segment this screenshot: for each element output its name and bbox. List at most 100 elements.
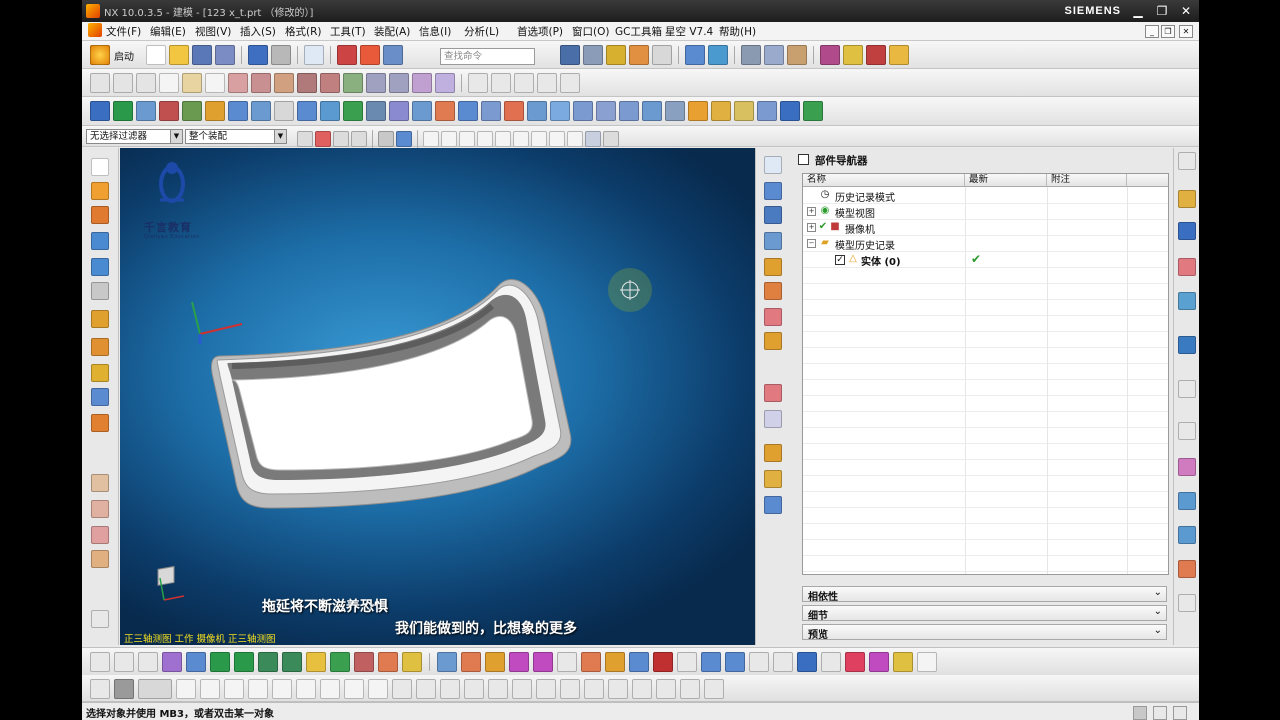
project-curve-icon[interactable] [320, 73, 340, 93]
layer-icon[interactable] [741, 45, 761, 65]
palette-icon[interactable] [1178, 594, 1196, 612]
column-name[interactable]: 名称 [803, 174, 965, 186]
view-right-icon[interactable] [764, 282, 782, 300]
u-shape-icon[interactable] [797, 652, 817, 672]
delete-face-icon[interactable] [550, 101, 570, 121]
maximize-icon[interactable]: ❐ [1153, 3, 1171, 19]
sketch-circle-icon[interactable] [248, 679, 268, 699]
sketch-mirror-icon[interactable] [488, 679, 508, 699]
redo-icon[interactable] [271, 45, 291, 65]
selection-filter-dropdown[interactable]: 无选择过滤器 ▼ [86, 129, 183, 144]
pattern-face-icon[interactable] [581, 652, 601, 672]
light-icon[interactable] [606, 45, 626, 65]
sketch-animate-icon[interactable] [680, 679, 700, 699]
menu-gc-toolbox[interactable]: GC工具箱 [615, 24, 662, 39]
sketch-corner-icon[interactable] [464, 679, 484, 699]
close-icon[interactable]: ✕ [1177, 3, 1195, 19]
finish-sketch-icon[interactable] [114, 679, 134, 699]
studio-surface-icon[interactable] [642, 101, 662, 121]
text-icon[interactable] [205, 73, 225, 93]
move-component-icon[interactable] [91, 550, 109, 568]
plane-icon[interactable] [91, 388, 109, 406]
start-label[interactable]: 启动 [114, 48, 134, 63]
sketch-convert-icon[interactable] [608, 679, 628, 699]
tube-icon[interactable] [91, 310, 109, 328]
arrow-left-icon[interactable] [162, 652, 182, 672]
snap-pole-icon[interactable] [603, 131, 619, 147]
cam-icon[interactable] [688, 101, 708, 121]
reuse-library-icon[interactable] [1178, 292, 1196, 310]
menu-file[interactable]: 文件(F) [106, 24, 141, 39]
navigator-pin-checkbox[interactable] [798, 154, 809, 165]
menu-format[interactable]: 格式(R) [285, 24, 322, 39]
mesh-surface-icon[interactable] [619, 101, 639, 121]
wcs-icon[interactable] [787, 45, 807, 65]
sphere-icon[interactable] [91, 258, 109, 276]
group-icon[interactable] [330, 652, 350, 672]
menu-preferences[interactable]: 首选项(P) [517, 24, 563, 39]
studio-icon[interactable] [764, 470, 782, 488]
roles-icon[interactable] [1178, 560, 1196, 578]
constraint-navigator-icon[interactable] [1178, 222, 1196, 240]
sketch-trim-icon[interactable] [416, 679, 436, 699]
face-analysis-icon[interactable] [764, 444, 782, 462]
menu-insert[interactable]: 插入(S) [240, 24, 276, 39]
replace-face-icon[interactable] [504, 101, 524, 121]
snap-surface-icon[interactable] [585, 131, 601, 147]
column-latest[interactable]: 最新 [965, 174, 1047, 186]
expand-icon[interactable]: + [807, 223, 816, 232]
split-face-icon[interactable] [725, 652, 745, 672]
play-forward-icon[interactable] [234, 652, 254, 672]
highlight-icon[interactable] [306, 652, 326, 672]
snap-midpoint-icon[interactable] [441, 131, 457, 147]
sketch-chamfer-icon[interactable] [296, 679, 316, 699]
snap-control-icon[interactable] [459, 131, 475, 147]
view-front-icon[interactable] [764, 182, 782, 200]
snap-existing-point-icon[interactable] [549, 131, 565, 147]
sketch-fix-icon[interactable] [584, 679, 604, 699]
dependencies-panel[interactable]: 相依性 ⌄ [802, 586, 1167, 603]
fillet-curve-icon[interactable] [251, 73, 271, 93]
sketch-rectangle-icon[interactable] [320, 679, 340, 699]
graphics-viewport[interactable]: 千言教育 Qianyan Education 拖延将不断滋养恐惧 我们能做到的，… [120, 148, 755, 645]
helix-icon[interactable] [560, 73, 580, 93]
arrow-right-icon[interactable] [186, 652, 206, 672]
bounded-plane-icon[interactable] [665, 101, 685, 121]
menu-view[interactable]: 视图(V) [195, 24, 231, 39]
point-icon[interactable] [182, 73, 202, 93]
menu-edit[interactable]: 编辑(E) [150, 24, 186, 39]
play-back-icon[interactable] [210, 652, 230, 672]
nc-assistant-icon[interactable] [711, 101, 731, 121]
doc-close-icon[interactable]: ✕ [1179, 25, 1193, 38]
rectangle-tool-icon[interactable] [749, 652, 769, 672]
assembly-navigator-icon[interactable] [1178, 190, 1196, 208]
select-face-icon[interactable] [333, 131, 349, 147]
move-object-icon[interactable] [366, 73, 386, 93]
copy-icon[interactable] [360, 45, 380, 65]
thicken-icon[interactable] [458, 101, 478, 121]
save-icon[interactable] [192, 45, 212, 65]
mirror-body-icon[interactable] [701, 652, 721, 672]
expand-icon[interactable]: + [807, 207, 816, 216]
view-orient-icon[interactable] [685, 45, 705, 65]
sketch-task-icon[interactable] [90, 679, 110, 699]
draft-body-icon[interactable] [533, 652, 553, 672]
box-outline-icon[interactable] [509, 652, 529, 672]
sweep-icon[interactable] [573, 101, 593, 121]
shaded-icon[interactable] [764, 384, 782, 402]
constraint-tool-icon[interactable] [821, 652, 841, 672]
through-curves-icon[interactable] [596, 101, 616, 121]
last-feature-icon[interactable] [282, 652, 302, 672]
cylinder-icon[interactable] [91, 206, 109, 224]
constraint-icon[interactable] [91, 526, 109, 544]
section-view-icon[interactable] [764, 496, 782, 514]
snap-endpoint-icon[interactable] [423, 131, 439, 147]
sketch-name-field[interactable] [138, 679, 172, 699]
offset-curve-icon[interactable] [297, 73, 317, 93]
open-icon[interactable] [169, 45, 189, 65]
selection-scope-dropdown[interactable]: 整个装配 ▼ [185, 129, 287, 144]
add-component-icon[interactable] [91, 500, 109, 518]
save-as-icon[interactable] [215, 45, 235, 65]
ruler-icon[interactable] [889, 45, 909, 65]
paste-icon[interactable] [383, 45, 403, 65]
